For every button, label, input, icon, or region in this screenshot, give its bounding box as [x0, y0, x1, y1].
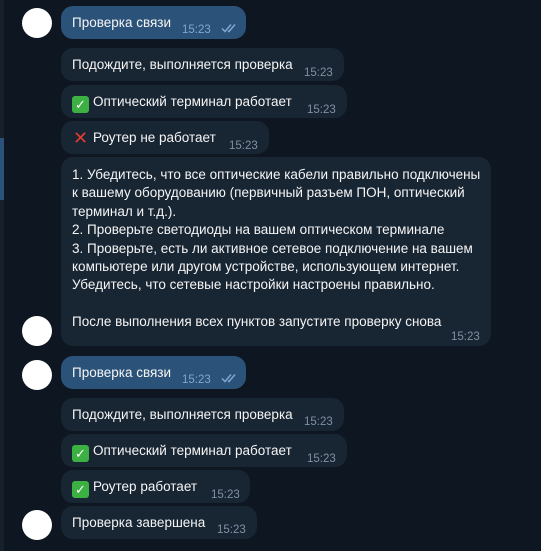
message-text: Роутер не работает — [93, 130, 216, 145]
avatar[interactable] — [22, 8, 52, 38]
incoming-message[interactable]: ✓ Роутер работает 15:23 — [61, 470, 250, 503]
outgoing-message[interactable]: Проверка связи 15:23 — [61, 6, 246, 39]
message-text: Проверка связи — [72, 365, 172, 380]
message-text: Подождите, выполняется проверка — [72, 57, 293, 72]
message-content: ✕ Роутер не работает — [72, 129, 216, 147]
avatar[interactable] — [22, 316, 52, 346]
message-content: ✓ Оптический терминал работает — [72, 93, 292, 113]
message-text: Оптический терминал работает — [93, 443, 292, 458]
incoming-message[interactable]: 1. Убедитесь, что все оптические кабели … — [61, 157, 491, 346]
message-time: 15:23 — [229, 140, 258, 152]
message-text: Проверка связи — [72, 15, 172, 30]
sidebar-edge — [0, 0, 4, 551]
cross-mark-icon: ✕ — [72, 128, 89, 148]
message-time: 15:23 — [307, 453, 336, 465]
outgoing-message[interactable]: Проверка связи 15:23 — [61, 356, 246, 389]
check-mark-icon: ✓ — [72, 96, 89, 113]
incoming-message[interactable]: ✓ Оптический терминал работает 15:23 — [61, 434, 347, 467]
avatar[interactable] — [22, 360, 52, 390]
scroll-indicator[interactable] — [0, 138, 4, 200]
message-content: ✓ Роутер работает — [72, 478, 197, 498]
message-time: 15:23 — [307, 104, 336, 116]
message-text: Роутер работает — [93, 479, 198, 494]
message-text: Оптический терминал работает — [93, 94, 292, 109]
message-text: Подождите, выполняется проверка — [72, 407, 293, 422]
message-time: 15:23 — [217, 524, 246, 536]
message-time: 15:23 — [304, 416, 333, 428]
check-mark-icon: ✓ — [72, 481, 89, 498]
message-time: 15:23 — [182, 374, 211, 386]
incoming-message[interactable]: Подождите, выполняется проверка 15:23 — [61, 48, 344, 81]
message-text: 1. Убедитесь, что все оптические кабели … — [72, 167, 481, 330]
message-time: 15:23 — [304, 67, 333, 79]
incoming-message[interactable]: Подождите, выполняется проверка 15:23 — [61, 398, 344, 431]
message-time: 15:23 — [211, 489, 240, 501]
read-ticks-icon — [221, 24, 236, 33]
check-mark-icon: ✓ — [72, 445, 89, 462]
message-text: Проверка завершена — [72, 515, 206, 530]
message-content: ✓ Оптический терминал работает — [72, 442, 292, 462]
avatar[interactable] — [22, 510, 52, 540]
incoming-message[interactable]: ✕ Роутер не работает 15:23 — [61, 121, 269, 154]
incoming-message[interactable]: ✓ Оптический терминал работает 15:23 — [61, 85, 347, 118]
incoming-message[interactable]: Проверка завершена 15:23 — [61, 506, 257, 539]
read-ticks-icon — [221, 374, 236, 383]
message-time: 15:23 — [451, 331, 480, 343]
message-time: 15:23 — [182, 24, 211, 36]
